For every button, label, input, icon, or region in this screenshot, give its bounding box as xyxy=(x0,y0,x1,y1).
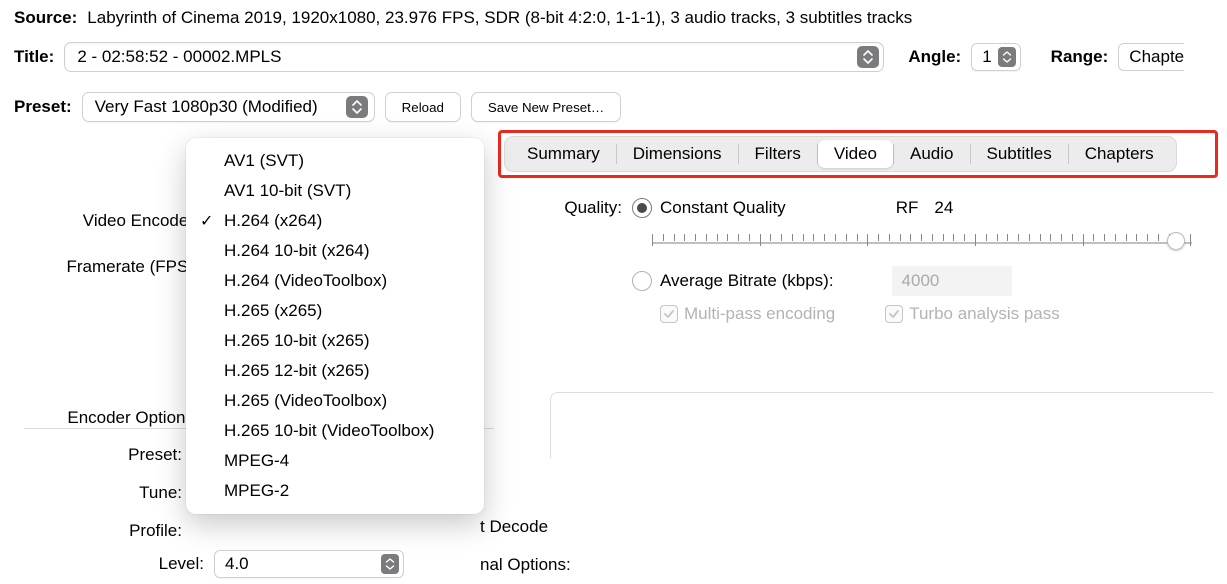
encoder-option[interactable]: H.264 (x264) xyxy=(190,206,480,236)
video-encoder-label: Video Encoder xyxy=(14,198,204,244)
encoder-options-label: Encoder Options xyxy=(14,400,204,436)
constant-quality-label: Constant Quality xyxy=(660,198,786,218)
rf-value: 24 xyxy=(934,198,953,218)
source-text: Labyrinth of Cinema 2019, 1920x1080, 23.… xyxy=(87,8,912,28)
level-stepper-icon[interactable] xyxy=(381,554,399,574)
angle-select[interactable]: 1 xyxy=(971,43,1020,71)
slider-thumb-icon[interactable] xyxy=(1167,232,1185,250)
encoder-option[interactable]: H.265 10-bit (x265) xyxy=(190,326,480,356)
angle-value: 1 xyxy=(982,47,991,67)
preset-select[interactable]: Very Fast 1080p30 (Modified) xyxy=(82,92,375,122)
multipass-check xyxy=(660,305,678,323)
tab-subtitles[interactable]: Subtitles xyxy=(971,140,1068,168)
title-input[interactable] xyxy=(75,46,853,68)
enc-level-label: Level: xyxy=(36,554,204,574)
angle-label: Angle: xyxy=(908,47,961,67)
tab-audio[interactable]: Audio xyxy=(894,140,969,168)
tab-video[interactable]: Video xyxy=(818,140,893,168)
turbo-check xyxy=(885,305,903,323)
title-label: Title: xyxy=(14,47,54,67)
encoder-option[interactable]: H.265 (VideoToolbox) xyxy=(190,386,480,416)
preset-label: Preset: xyxy=(14,97,72,117)
preset-caret-icon[interactable] xyxy=(346,96,368,118)
encoder-option[interactable]: H.264 10-bit (x264) xyxy=(190,236,480,266)
tabs: Summary Dimensions Filters Video Audio S… xyxy=(504,136,1177,172)
profile-value-remnant: nal Options: xyxy=(480,546,571,584)
angle-stepper-icon[interactable] xyxy=(998,47,1016,67)
avg-bitrate-label: Average Bitrate (kbps): xyxy=(660,271,834,291)
source-label: Source: xyxy=(14,8,77,28)
encoder-option[interactable]: H.264 (VideoToolbox) xyxy=(190,266,480,296)
enc-profile-label: Profile: xyxy=(14,512,192,550)
framerate-label: Framerate (FPS) xyxy=(14,244,204,290)
title-select[interactable] xyxy=(64,42,884,72)
rf-slider[interactable] xyxy=(652,230,1192,256)
tune-value-remnant: t Decode xyxy=(480,508,571,546)
encoder-option[interactable]: H.265 12-bit (x265) xyxy=(190,356,480,386)
rf-label: RF xyxy=(896,198,919,218)
enc-preset-label: Preset: xyxy=(14,436,192,474)
tab-chapters[interactable]: Chapters xyxy=(1069,140,1170,168)
encoder-option[interactable]: AV1 (SVT) xyxy=(190,146,480,176)
encoder-option[interactable]: H.265 10-bit (VideoToolbox) xyxy=(190,416,480,446)
quality-label: Quality: xyxy=(542,198,622,218)
tab-filters[interactable]: Filters xyxy=(739,140,817,168)
level-select[interactable]: 4.0 xyxy=(214,550,404,578)
preset-value: Very Fast 1080p30 (Modified) xyxy=(95,97,318,117)
multipass-label: Multi-pass encoding xyxy=(684,304,835,324)
encoder-option[interactable]: MPEG-2 xyxy=(190,476,480,506)
range-label: Range: xyxy=(1051,47,1109,67)
turbo-label: Turbo analysis pass xyxy=(909,304,1060,324)
level-value: 4.0 xyxy=(225,554,249,574)
save-preset-button[interactable]: Save New Preset… xyxy=(471,92,621,122)
encoder-option[interactable]: H.265 (x265) xyxy=(190,296,480,326)
avg-bitrate-radio[interactable] xyxy=(632,271,652,291)
tab-dimensions[interactable]: Dimensions xyxy=(617,140,738,168)
enc-tune-label: Tune: xyxy=(14,474,192,512)
constant-quality-radio[interactable] xyxy=(632,198,652,218)
bitrate-input[interactable]: 4000 xyxy=(892,266,1012,296)
additional-options-input[interactable] xyxy=(550,392,1213,458)
reload-button[interactable]: Reload xyxy=(385,92,461,122)
encoder-option[interactable]: MPEG-4 xyxy=(190,446,480,476)
title-stepper-icon[interactable] xyxy=(857,46,879,68)
range-value: Chapte xyxy=(1129,47,1184,67)
encoder-option[interactable]: AV1 10-bit (SVT) xyxy=(190,176,480,206)
range-select[interactable]: Chapte xyxy=(1118,43,1184,71)
tab-summary[interactable]: Summary xyxy=(511,140,616,168)
video-encoder-dropdown[interactable]: AV1 (SVT)AV1 10-bit (SVT)H.264 (x264)H.2… xyxy=(186,138,484,514)
